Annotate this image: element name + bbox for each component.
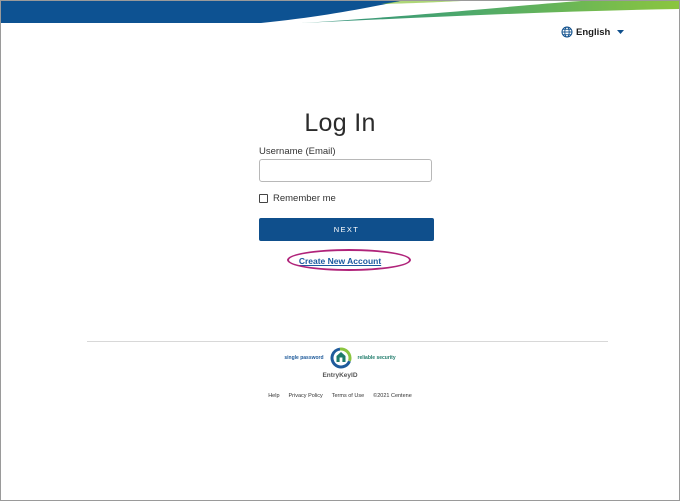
page-title: Log In [304, 109, 376, 137]
remember-me-label: Remember me [273, 193, 336, 204]
entrykeyid-logo-icon [330, 347, 352, 369]
create-account-highlight [287, 249, 411, 271]
caret-down-icon [617, 30, 625, 34]
tagline-left: single password [284, 355, 324, 361]
copyright-text: ©2021 Centene [373, 393, 412, 399]
help-link[interactable]: Help [268, 393, 279, 399]
next-button[interactable]: NEXT [259, 218, 434, 241]
brand-tagline: single password reliable security [1, 347, 679, 369]
remember-me-checkbox[interactable] [259, 194, 268, 203]
header-banner [1, 1, 679, 23]
brand-name: EntryKeyID [322, 372, 358, 379]
login-page: English Log In Username (Email) Remember… [0, 0, 680, 501]
username-label: Username (Email) [259, 146, 336, 157]
privacy-policy-link[interactable]: Privacy Policy [289, 393, 323, 399]
username-input[interactable] [259, 159, 432, 182]
terms-of-use-link[interactable]: Terms of Use [332, 393, 364, 399]
footer-divider [87, 341, 608, 342]
language-selector[interactable]: English [561, 24, 625, 40]
tagline-right: reliable security [357, 355, 396, 361]
language-label: English [576, 26, 611, 38]
remember-me[interactable]: Remember me [259, 193, 336, 204]
globe-icon [561, 26, 573, 38]
footer-links: Help Privacy Policy Terms of Use ©2021 C… [1, 393, 679, 399]
